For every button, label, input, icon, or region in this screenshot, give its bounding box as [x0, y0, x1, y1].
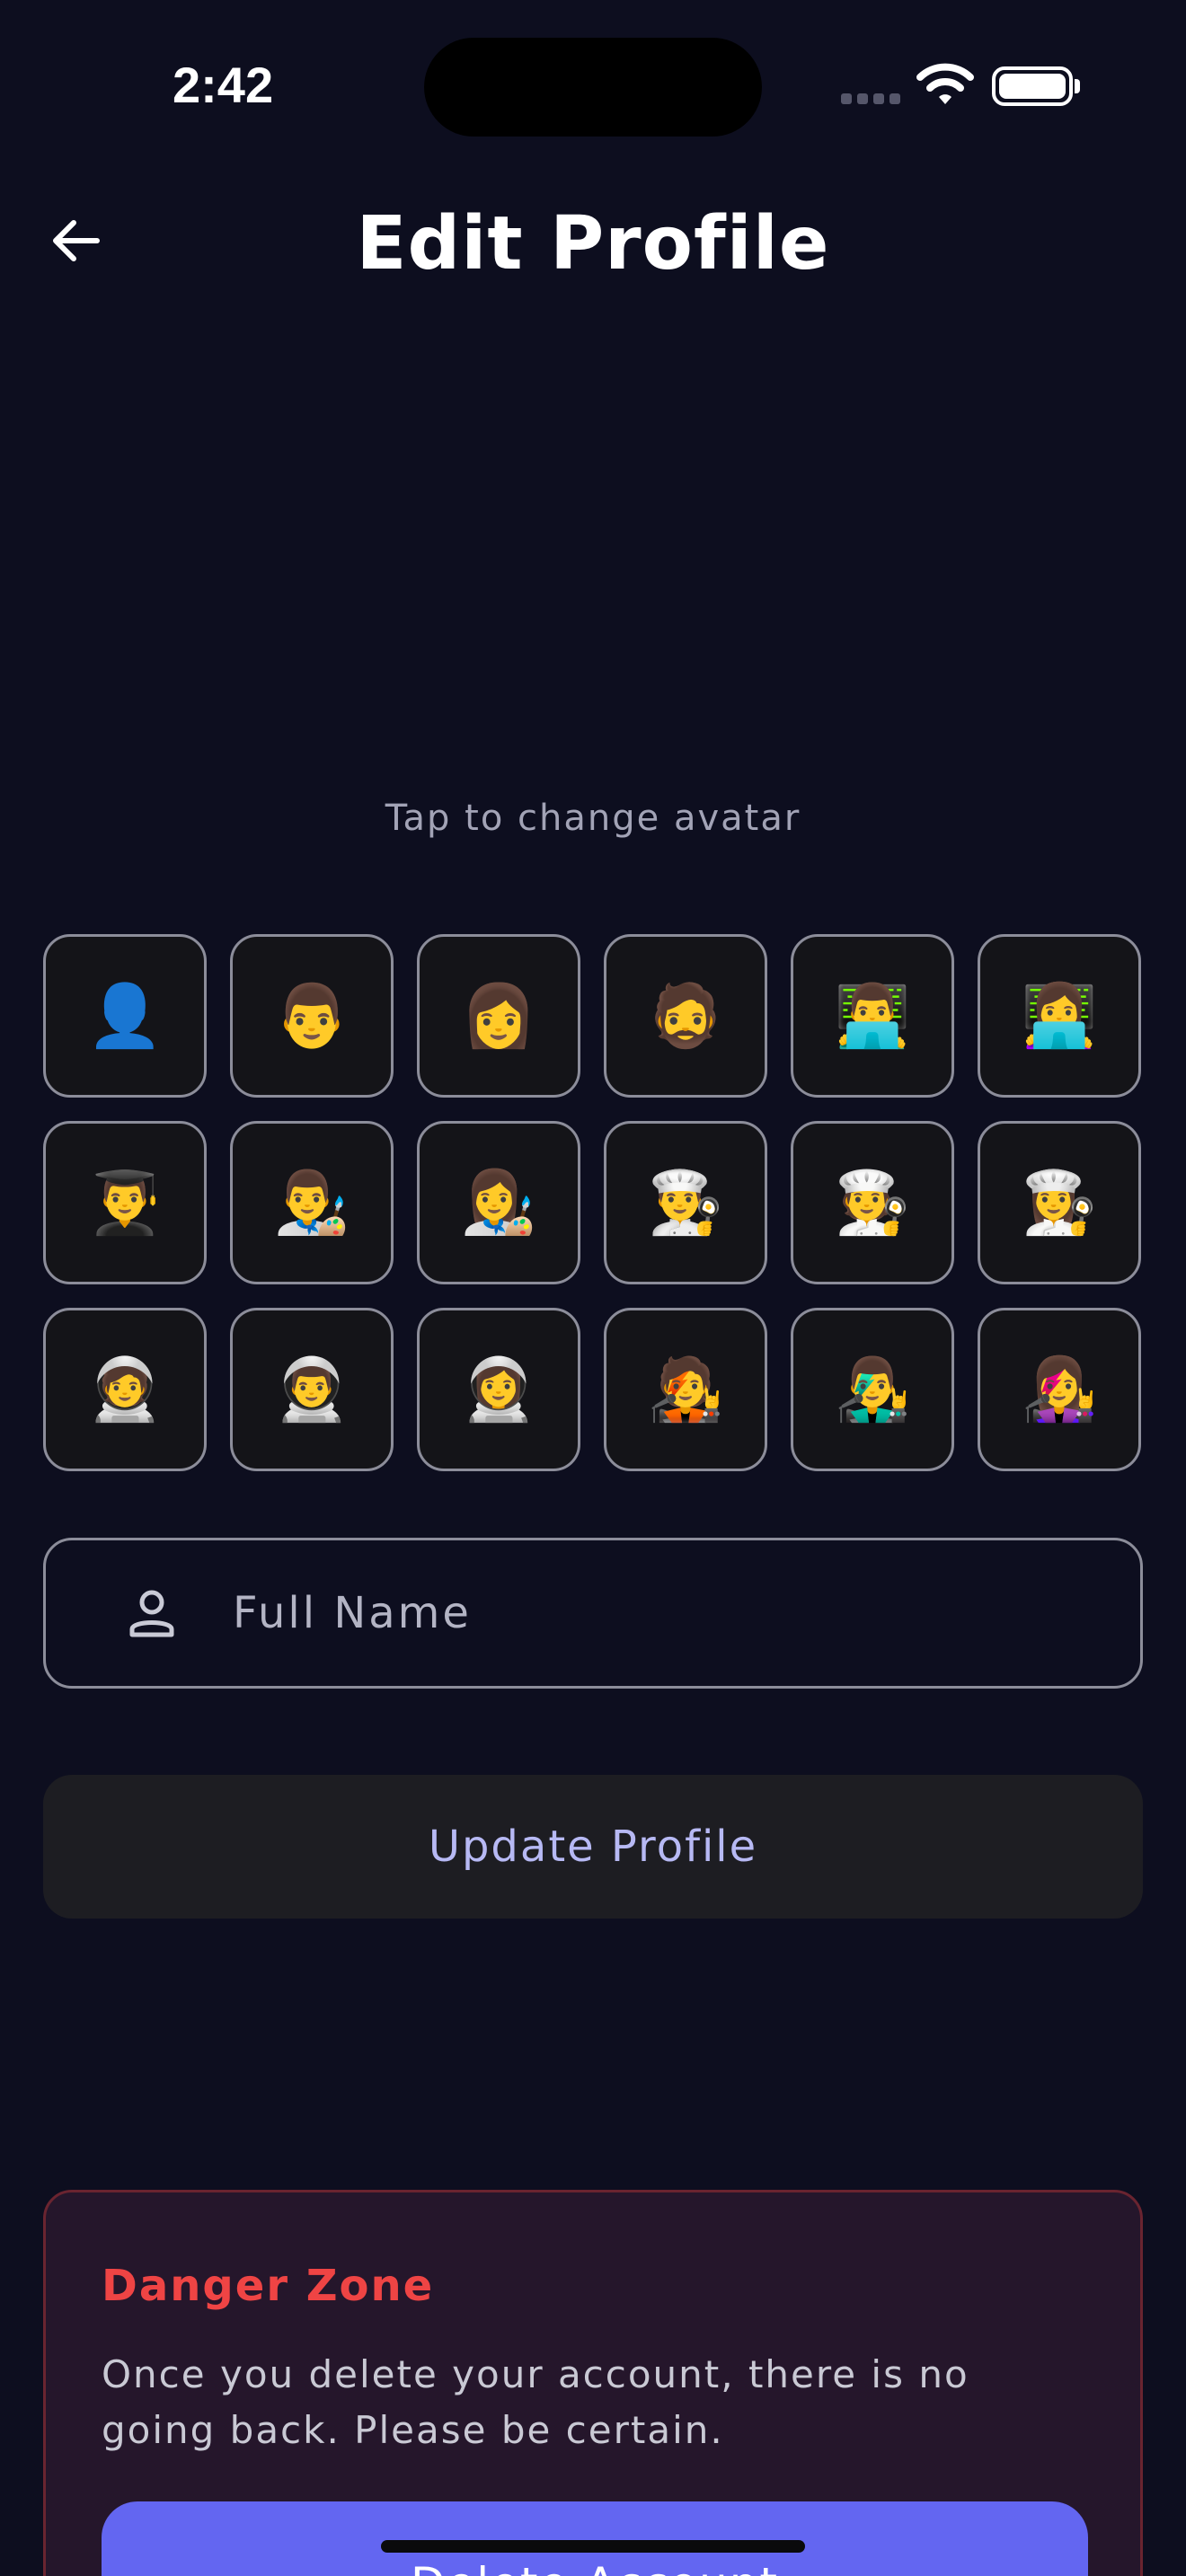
avatar-option[interactable]: 👩‍🎤: [978, 1308, 1141, 1471]
avatar-option[interactable]: 🧑‍🚀: [43, 1308, 207, 1471]
update-profile-button[interactable]: Update Profile: [43, 1775, 1143, 1919]
home-indicator[interactable]: [381, 2540, 805, 2553]
person-icon: [129, 1590, 174, 1637]
avatar-option[interactable]: 👤: [43, 934, 207, 1098]
avatar-option[interactable]: 🧑‍🎤: [604, 1308, 767, 1471]
avatar-option[interactable]: 👨‍🎤: [791, 1308, 954, 1471]
avatar-option[interactable]: 👩‍🍳: [978, 1121, 1141, 1284]
avatar-hint: Tap to change avatar: [385, 798, 801, 839]
avatar-option[interactable]: 👨‍🍳: [604, 1121, 767, 1284]
cellular-signal-icon: [841, 93, 900, 104]
danger-zone-card: Danger Zone Once you delete your account…: [43, 2190, 1143, 2576]
avatar-option[interactable]: 👨‍🚀: [230, 1308, 394, 1471]
danger-zone-description: Once you delete your account, there is n…: [102, 2352, 969, 2452]
avatar-option[interactable]: 👩‍🚀: [417, 1308, 580, 1471]
avatar-option[interactable]: 👩‍🎨: [417, 1121, 580, 1284]
battery-icon: [992, 66, 1073, 106]
full-name-field[interactable]: [43, 1538, 1143, 1689]
avatar-option[interactable]: 👨‍🎓: [43, 1121, 207, 1284]
status-bar: 2:42: [0, 0, 1186, 171]
avatar-option[interactable]: 👨‍🎨: [230, 1121, 394, 1284]
current-avatar[interactable]: [449, 377, 737, 737]
avatar-option[interactable]: 👩‍💻: [978, 934, 1141, 1098]
avatar-option[interactable]: 👩: [417, 934, 580, 1098]
delete-account-button[interactable]: Delete Account: [102, 2501, 1088, 2576]
avatar-option[interactable]: 👨‍💻: [791, 934, 954, 1098]
avatar-option[interactable]: 👨: [230, 934, 394, 1098]
avatar-option[interactable]: 🧔: [604, 934, 767, 1098]
full-name-input[interactable]: [233, 1588, 1140, 1638]
status-time: 2:42: [173, 57, 274, 113]
dynamic-island: [424, 38, 762, 137]
wifi-icon: [916, 63, 974, 104]
page-title: Edit Profile: [356, 201, 830, 287]
avatar-option[interactable]: 🧑‍🍳: [791, 1121, 954, 1284]
avatar-grid: 👤 👨 👩 🧔 👨‍💻 👩‍💻 👨‍🎓 👨‍🎨 👩‍🎨 👨‍🍳 🧑‍🍳 👩‍🍳 …: [43, 934, 1143, 1471]
battery-tip: [1075, 79, 1080, 93]
danger-zone-title: Danger Zone: [102, 2261, 435, 2311]
